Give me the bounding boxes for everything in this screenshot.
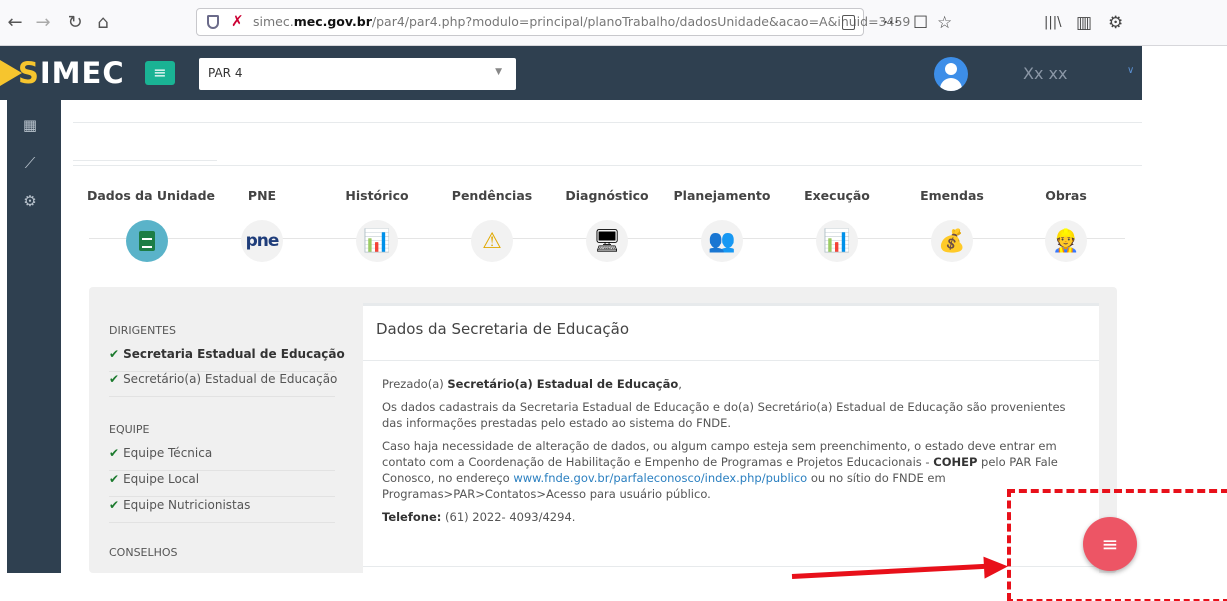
check-icon: ✔ — [109, 472, 120, 486]
card-body: Prezado(a) Secretário(a) Estadual de Edu… — [382, 376, 1072, 532]
insecure-lock-icon[interactable]: ✗ — [231, 12, 244, 30]
secretaria-card: Dados da Secretaria de Educação Prezado(… — [363, 303, 1099, 573]
browser-toolbar: ← → ↻ ⌂ ✗ simec.mec.gov.br/par4/par4.php… — [0, 0, 1227, 46]
phone-line: Telefone: (61) 2022- 4093/4294. — [382, 510, 576, 524]
coins-icon: 💰 — [931, 220, 973, 262]
back-arrow-icon[interactable]: ← — [4, 12, 26, 34]
step-execucao[interactable]: Execução 📊 — [777, 188, 897, 262]
menu-item-equipe-nutricionistas[interactable]: ✔ Equipe Nutricionistas — [109, 498, 335, 523]
unit-data-panel: DIRIGENTES ✔ Secretaria Estadual de Educa… — [89, 287, 1117, 573]
pocket-icon[interactable]: ☐ — [913, 12, 928, 34]
module-select[interactable]: PAR 4 ▼ — [199, 58, 516, 90]
step-label: Dados da Unidade — [87, 188, 216, 203]
reader-view-icon[interactable] — [842, 15, 855, 30]
library-icon[interactable]: |||\ — [1044, 12, 1062, 34]
reload-icon[interactable]: ↻ — [64, 12, 86, 34]
presentation-icon: 🖥 — [586, 220, 628, 262]
contact-paragraph: Caso haja necessidade de alteração de da… — [382, 439, 1058, 501]
step-label: Planejamento — [673, 188, 771, 203]
check-icon: ✔ — [109, 446, 120, 460]
highlight-dashed-box — [1007, 489, 1227, 601]
module-select-value: PAR 4 — [208, 66, 243, 80]
left-menu: DIRIGENTES ✔ Secretaria Estadual de Educa… — [89, 287, 359, 573]
main-content: Dados da Unidade PNE pne Histórico 📊 Pen… — [61, 100, 1142, 573]
menu-header-dirigentes: DIRIGENTES — [109, 324, 176, 337]
info-paragraph: Os dados cadastrais da Secretaria Estadu… — [382, 400, 1066, 430]
url-text[interactable]: simec.mec.gov.br/par4/par4.php?modulo=pr… — [253, 14, 910, 29]
step-planejamento[interactable]: Planejamento 👥 — [662, 188, 782, 262]
step-label: Pendências — [451, 188, 533, 203]
greeting: Prezado(a) Secretário(a) Estadual de Edu… — [382, 377, 682, 391]
fnde-link[interactable]: www.fnde.gov.br/parfaleconosco/index.php… — [513, 471, 807, 485]
step-label: Emendas — [920, 188, 984, 203]
app-header: SIMEC ≡ PAR 4 ▼ Xx xx ∨ — [0, 46, 1142, 100]
check-icon: ✔ — [109, 498, 120, 512]
pne-logo-icon: pne — [241, 220, 283, 262]
step-label: Execução — [804, 188, 870, 203]
annotation-arrow-head — [983, 555, 1009, 579]
step-pne[interactable]: PNE pne — [202, 188, 322, 262]
check-icon: ✔ — [109, 347, 120, 361]
card-title: Dados da Secretaria de Educação — [376, 320, 630, 338]
menu-header-conselhos: CONSELHOS — [109, 546, 178, 559]
chart-line-icon[interactable]: ⟋ — [21, 154, 39, 172]
document-icon — [126, 220, 168, 262]
step-label: PNE — [247, 188, 277, 203]
top-strip — [73, 122, 1142, 166]
step-label: Obras — [1045, 188, 1087, 203]
history-chart-icon: 📊 — [356, 220, 398, 262]
menu-header-equipe: EQUIPE — [109, 423, 150, 436]
more-actions-icon[interactable]: ··· — [883, 12, 899, 34]
step-pendencias[interactable]: Pendências ⚠ — [432, 188, 552, 262]
step-label: Histórico — [345, 188, 409, 203]
extension-icon[interactable]: ⚙ — [1108, 12, 1123, 34]
bookmark-star-icon[interactable]: ☆ — [937, 12, 952, 34]
simec-logo[interactable]: SIMEC — [18, 56, 125, 90]
home-icon[interactable]: ⌂ — [92, 12, 114, 34]
planning-icon: 👥 — [701, 220, 743, 262]
menu-item-equipe-tecnica[interactable]: ✔ Equipe Técnica — [109, 446, 335, 471]
step-diagnostico[interactable]: Diagnóstico 🖥 — [547, 188, 667, 262]
chevron-down-icon: ▼ — [495, 67, 502, 77]
menu-item-equipe-local[interactable]: ✔ Equipe Local — [109, 472, 335, 497]
sidebar-toggle-icon[interactable]: ▥ — [1076, 12, 1092, 34]
warning-icon: ⚠ — [471, 220, 513, 262]
step-obras[interactable]: Obras 👷 — [1006, 188, 1126, 262]
shield-icon[interactable] — [207, 15, 219, 29]
step-emendas[interactable]: Emendas 💰 — [892, 188, 1012, 262]
check-icon: ✔ — [109, 372, 120, 386]
menu-toggle-button[interactable]: ≡ — [145, 61, 175, 85]
menu-item-secretaria[interactable]: ✔ Secretaria Estadual de Educação — [109, 347, 345, 372]
user-name[interactable]: Xx xx — [1023, 64, 1067, 83]
sidebar: ▦ ⟋ ⚙ — [7, 100, 61, 573]
step-label: Diagnóstico — [565, 188, 649, 203]
user-menu-caret-icon[interactable]: ∨ — [1127, 65, 1134, 76]
url-bar[interactable]: ✗ simec.mec.gov.br/par4/par4.php?modulo=… — [196, 8, 910, 36]
user-avatar[interactable] — [934, 57, 968, 91]
step-dados-da-unidade[interactable]: Dados da Unidade — [87, 188, 216, 262]
grid-icon[interactable]: ▦ — [21, 116, 39, 134]
menu-item-secretario[interactable]: ✔ Secretário(a) Estadual de Educação — [109, 372, 337, 397]
step-historico[interactable]: Histórico 📊 — [317, 188, 437, 262]
forward-arrow-icon[interactable]: → — [32, 12, 54, 34]
worker-icon: 👷 — [1045, 220, 1087, 262]
cogs-icon[interactable]: ⚙ — [21, 192, 39, 210]
execution-chart-icon: 📊 — [816, 220, 858, 262]
